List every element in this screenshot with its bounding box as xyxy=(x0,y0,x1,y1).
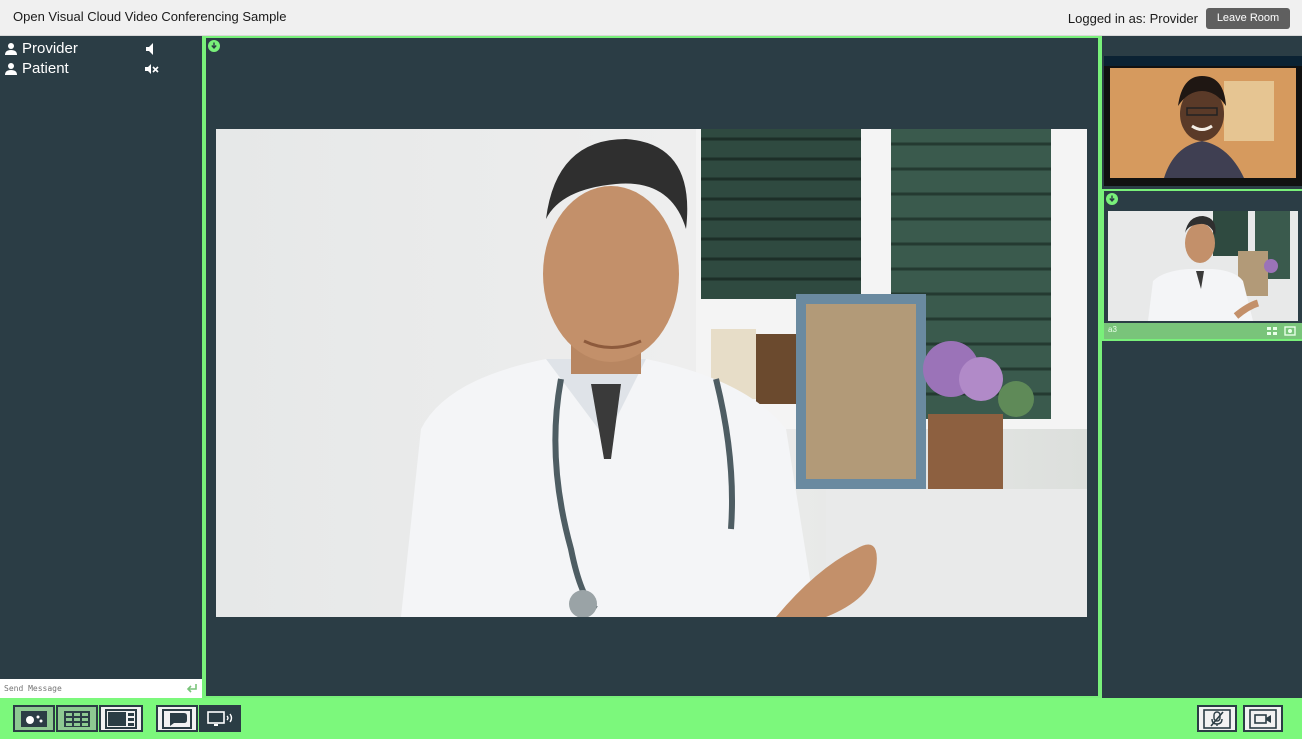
stream-label: a3 xyxy=(1108,325,1117,334)
gallery-view-button[interactable] xyxy=(56,705,98,732)
bottom-toolbar xyxy=(0,698,1302,739)
logged-in-status: Logged in as: Provider xyxy=(1067,11,1198,26)
chat-button[interactable] xyxy=(156,705,198,732)
speaker-icon[interactable] xyxy=(144,42,160,56)
speaker-muted-icon[interactable] xyxy=(144,62,160,76)
participant-name: Patient xyxy=(22,60,69,77)
pin-icon[interactable] xyxy=(1106,193,1118,205)
participant-item-patient[interactable]: Patient xyxy=(4,60,164,80)
camera-button[interactable] xyxy=(1243,705,1283,732)
participant-item-provider[interactable]: Provider xyxy=(4,40,164,60)
patient-video xyxy=(1104,56,1302,178)
send-icon[interactable] xyxy=(186,683,198,694)
participant-name: Provider xyxy=(22,40,78,57)
top-header: Open Visual Cloud Video Conferencing Sam… xyxy=(0,0,1302,36)
doctor-video-thumbnail xyxy=(1108,211,1298,321)
main-participant-video[interactable] xyxy=(216,129,1087,617)
thumbnail-status-bar: a3 xyxy=(1104,323,1302,339)
side-layout-icon xyxy=(105,708,137,729)
person-icon xyxy=(5,43,17,55)
doctor-video xyxy=(401,129,1087,617)
sidebar-view-button[interactable] xyxy=(99,705,143,732)
speaker-view-icon xyxy=(21,710,47,727)
leave-room-button[interactable]: Leave Room xyxy=(1206,8,1290,29)
grid-view-icon xyxy=(64,710,90,727)
fullscreen-icon[interactable] xyxy=(1284,326,1296,336)
thumbnail-patient-video[interactable] xyxy=(1104,56,1302,186)
screen-share-icon xyxy=(207,710,233,726)
participants-sidebar: Provider Patient xyxy=(0,36,204,698)
fit-icon[interactable] xyxy=(1266,326,1278,336)
mic-off-icon xyxy=(1203,708,1231,729)
chat-icon xyxy=(162,708,192,729)
person-icon xyxy=(5,63,17,75)
main-video-stage xyxy=(204,36,1100,698)
participant-thumbnails: a3 xyxy=(1100,36,1302,698)
app-title: Open Visual Cloud Video Conferencing Sam… xyxy=(13,9,287,24)
chat-message-input[interactable] xyxy=(0,679,202,698)
thumbnail-provider-stream[interactable]: a3 xyxy=(1102,189,1302,341)
pin-icon[interactable] xyxy=(208,40,220,52)
mute-mic-button[interactable] xyxy=(1197,705,1237,732)
speaker-view-button[interactable] xyxy=(13,705,55,732)
share-screen-button[interactable] xyxy=(199,705,241,732)
camera-icon xyxy=(1249,708,1277,729)
